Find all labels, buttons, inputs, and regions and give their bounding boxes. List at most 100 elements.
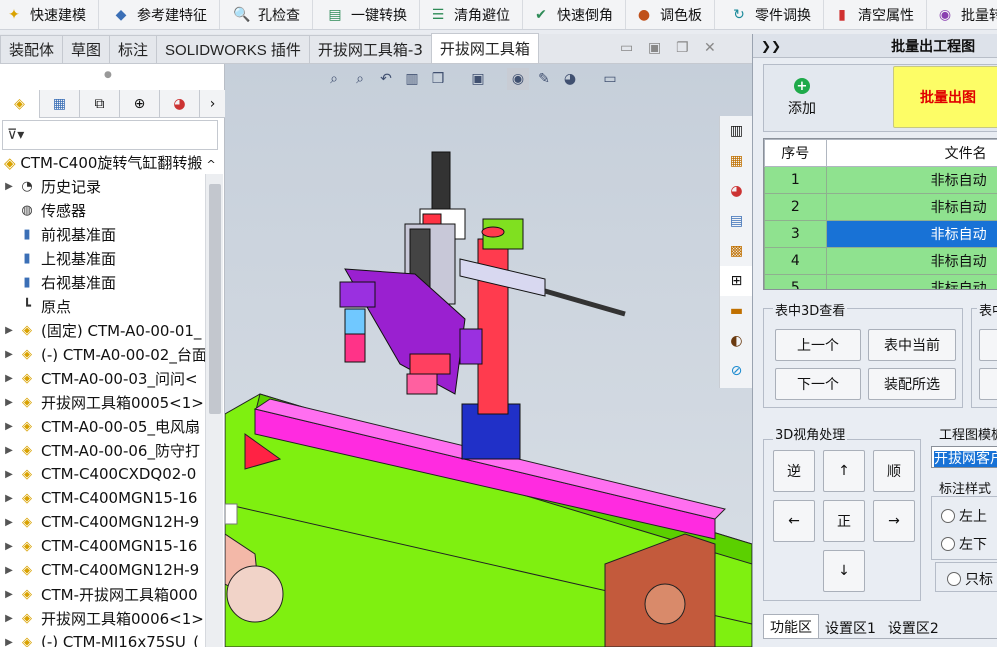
tree-item[interactable]: ▶ ◈ (-) CTM-A0-00-02_台面 xyxy=(0,342,205,366)
batch-drawing-button[interactable]: 批量出图 xyxy=(893,66,997,128)
view-front-button[interactable]: 正 xyxy=(823,500,865,542)
more-tabs-chevron-icon[interactable]: › xyxy=(200,90,225,118)
expand-arrow-icon[interactable]: ▶ xyxy=(0,373,18,384)
tree-item[interactable]: ▶ ◈ CTM-C400MGN12H-9 xyxy=(0,510,205,534)
tab-markup[interactable]: 标注 xyxy=(109,35,158,63)
tree-item[interactable]: ▶ ◈ (-) CTM-MI16x75SU_( xyxy=(0,630,205,647)
collapse-chevron-icon[interactable]: ^ xyxy=(206,158,215,171)
tree-item[interactable]: ▶ ◈ 开拔网工具箱0006<1> xyxy=(0,606,205,630)
tree-item[interactable]: ▶ ◈ CTM-C400MGN12H-9 xyxy=(0,558,205,582)
view-orientation-icon[interactable]: ▣ xyxy=(467,68,489,90)
configuration-tab-icon[interactable]: ⧉ xyxy=(80,90,120,118)
cascade-icon[interactable]: ▣ xyxy=(648,40,661,56)
scene-icon[interactable]: ▭ xyxy=(599,68,621,90)
expand-arrow-icon[interactable]: ▶ xyxy=(0,589,18,600)
toolbar-chamfer[interactable]: ✔ 快速倒角 xyxy=(523,0,626,29)
expand-arrow-icon[interactable]: ▶ xyxy=(0,325,18,336)
tree-item[interactable]: ▶ ◈ CTM-开拔网工具箱000 xyxy=(0,582,205,606)
tab-function-area[interactable]: 功能区 xyxy=(763,614,819,638)
table-current-button[interactable]: 表中当前 xyxy=(868,329,956,361)
tab-settings-2[interactable]: 设置区2 xyxy=(882,614,945,638)
tree-item[interactable]: ┗ 原点 xyxy=(0,294,205,318)
dimxpert-tab-icon[interactable]: ⊕ xyxy=(120,90,160,118)
tab-assembly[interactable]: 装配体 xyxy=(0,35,64,63)
tree-item[interactable]: ▮ 上视基准面 xyxy=(0,246,205,270)
tree-item[interactable]: ◍ 传感器 xyxy=(0,198,205,222)
radio-only-mark[interactable]: 只标 xyxy=(947,569,993,589)
zoom-to-fit-icon[interactable]: ⌕ xyxy=(323,68,345,90)
link-icon[interactable]: ⊘ xyxy=(720,356,753,386)
expand-arrow-icon[interactable]: ▶ xyxy=(0,181,18,192)
property-manager-tab-icon[interactable]: ▦ xyxy=(40,90,80,118)
tree-item[interactable]: ▶ ◈ CTM-A0-00-03_问问< xyxy=(0,366,205,390)
table-group-2-button-bottom[interactable] xyxy=(979,368,997,400)
graphics-viewport[interactable]: ⌕ ⌕ ↶ ▥ ❒ ▣ ◉ ✎ ◕ ▭ xyxy=(225,64,752,647)
expand-arrow-icon[interactable]: ▶ xyxy=(0,541,18,552)
rotate-ccw-button[interactable]: 逆 xyxy=(773,450,815,492)
tab-solidworks-addins[interactable]: SOLIDWORKS 插件 xyxy=(156,35,310,63)
dynamic-annotation-icon[interactable]: ❒ xyxy=(427,68,449,90)
toolbar-reference-feature[interactable]: ◆ 参考建特征 xyxy=(99,0,220,29)
expand-arrow-icon[interactable]: ▶ xyxy=(0,565,18,576)
next-button[interactable]: 下一个 xyxy=(775,368,861,400)
tab-settings-1[interactable]: 设置区1 xyxy=(819,614,882,638)
table-row[interactable]: 2 非标自动 xyxy=(764,193,997,221)
tree-item[interactable]: ▮ 右视基准面 xyxy=(0,270,205,294)
table-group-2-button-top[interactable] xyxy=(979,329,997,361)
tree-item[interactable]: ▶ ◈ CTM-A0-00-06_防守打 xyxy=(0,438,205,462)
toolbar-palette[interactable]: ● 调色板 xyxy=(626,0,715,29)
previous-view-icon[interactable]: ↶ xyxy=(375,68,397,90)
tree-item[interactable]: ▶ ◔ 历史记录 xyxy=(0,174,205,198)
view-down-button[interactable]: ↓ xyxy=(823,550,865,592)
table-row[interactable]: 5 非标自动 xyxy=(764,274,997,289)
tree-root-node[interactable]: ◈ CTM-C400旋转气缸翻转搬 ^ xyxy=(4,152,216,173)
solidworks-resources-icon[interactable]: ▥ xyxy=(720,116,753,146)
display-manager-tab-icon[interactable]: ◕ xyxy=(160,90,200,118)
scenes-icon[interactable]: ◐ xyxy=(720,326,753,356)
collapse-panel-icon[interactable]: ❯❯ xyxy=(761,39,781,53)
hide-show-icon[interactable]: ✎ xyxy=(533,68,555,90)
panel-grip-icon[interactable]: ● xyxy=(104,70,112,80)
toolbar-clear-corner[interactable]: ☰ 清角避位 xyxy=(420,0,523,29)
folder-icon[interactable]: ▬ xyxy=(720,296,753,326)
tree-item[interactable]: ▮ 前视基准面 xyxy=(0,222,205,246)
feature-tree-tab-icon[interactable]: ◈ xyxy=(0,90,40,118)
expand-arrow-icon[interactable]: ▶ xyxy=(0,637,18,647)
tree-item[interactable]: ▶ ◈ CTM-A0-00-05_电风扇 xyxy=(0,414,205,438)
tree-item[interactable]: ▶ ◈ (固定) CTM-A0-00-01_ xyxy=(0,318,205,342)
tree-item[interactable]: ▶ ◈ 开拔网工具箱0005<1> xyxy=(0,390,205,414)
radio-bottom-left[interactable]: 左下 xyxy=(941,534,987,554)
table-row[interactable]: 4 非标自动 xyxy=(764,247,997,275)
toolbar-swap-part[interactable]: ↻ 零件调换 xyxy=(715,0,824,29)
view-palette-icon[interactable]: ⊞ xyxy=(720,266,753,296)
file-explorer-icon[interactable]: ▤ xyxy=(720,206,753,236)
tree-filter[interactable]: ⊽▾ xyxy=(2,120,218,150)
tree-scrollbar-thumb[interactable] xyxy=(209,184,221,414)
toolbar-clear-property[interactable]: ▮ 清空属性 xyxy=(824,0,927,29)
expand-arrow-icon[interactable]: ▶ xyxy=(0,517,18,528)
appearances-icon[interactable]: ◕ xyxy=(720,176,753,206)
display-style-icon[interactable]: ◉ xyxy=(507,68,529,90)
assembly-selected-button[interactable]: 装配所选 xyxy=(868,368,956,400)
expand-arrow-icon[interactable]: ▶ xyxy=(0,349,18,360)
tree-item[interactable]: ▶ ◈ CTM-C400CXDQ02-0 xyxy=(0,462,205,486)
toolbar-convert[interactable]: ▤ 一键转换 xyxy=(313,0,420,29)
close-icon[interactable]: ✕ xyxy=(704,40,716,56)
expand-arrow-icon[interactable]: ▶ xyxy=(0,445,18,456)
table-row[interactable]: 1 非标自动 xyxy=(764,166,997,194)
expand-arrow-icon[interactable]: ▶ xyxy=(0,397,18,408)
tile-icon[interactable]: ▭ xyxy=(620,40,633,56)
add-button[interactable]: + 添加 xyxy=(767,67,837,129)
tab-sketch[interactable]: 草图 xyxy=(62,35,111,63)
expand-arrow-icon[interactable]: ▶ xyxy=(0,613,18,624)
view-left-button[interactable]: ← xyxy=(773,500,815,542)
zoom-area-icon[interactable]: ⌕ xyxy=(349,68,371,90)
expand-arrow-icon[interactable]: ▶ xyxy=(0,493,18,504)
view-right-button[interactable]: → xyxy=(873,500,915,542)
tree-item[interactable]: ▶ ◈ CTM-C400MGN15-16 xyxy=(0,534,205,558)
design-library-icon[interactable]: ▦ xyxy=(720,146,753,176)
toolbar-hole-check[interactable]: 🔍 孔检查 xyxy=(220,0,313,29)
expand-arrow-icon[interactable]: ▶ xyxy=(0,469,18,480)
toolbar-quick-model[interactable]: ✦ 快速建模 xyxy=(0,0,99,29)
table-row[interactable]: 3 非标自动 xyxy=(764,220,997,248)
